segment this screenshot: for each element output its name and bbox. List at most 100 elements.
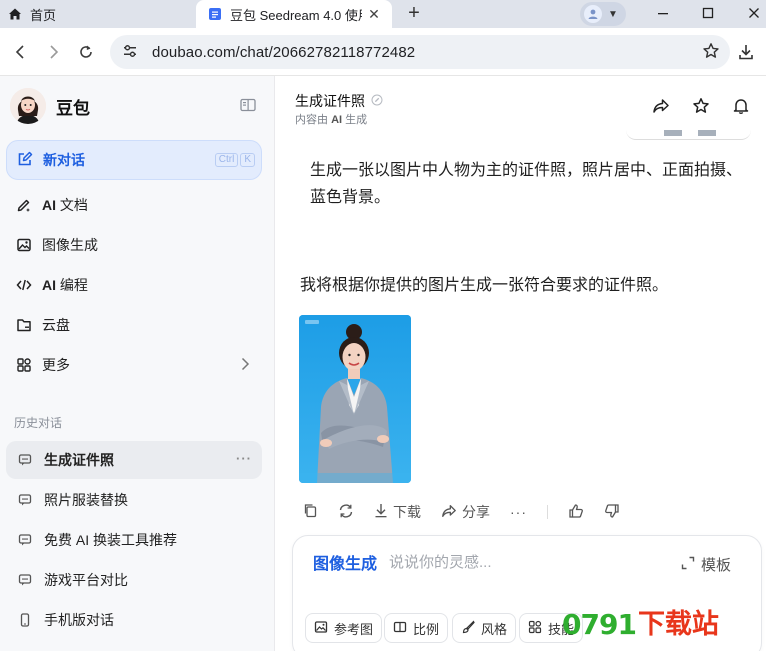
download-icon — [374, 503, 388, 521]
sidebar-item-label: 图像生成 — [42, 237, 98, 253]
favorite-star-icon[interactable] — [691, 96, 711, 116]
chevron-right-icon — [240, 357, 250, 374]
profile-button[interactable]: ▼ — [580, 2, 626, 26]
sidebar-item-label: 云盘 — [42, 317, 70, 333]
nav-prefix: AI — [42, 277, 56, 293]
bookmark-star-icon[interactable] — [702, 42, 720, 63]
like-button[interactable] — [568, 503, 584, 522]
pen-sparkle-icon — [16, 197, 32, 213]
close-tab-icon[interactable]: ✕ — [366, 6, 382, 22]
sidebar-item-ai-coding[interactable]: AI 编程 — [6, 267, 262, 303]
forward-arrow-icon[interactable] — [41, 40, 65, 64]
template-label: 模板 — [700, 557, 731, 574]
nav-prefix: AI — [42, 197, 56, 213]
watermark-number: 0791 — [562, 608, 637, 641]
url-text: doubao.com/chat/20662782118772482 — [152, 43, 416, 61]
more-options-icon[interactable]: ··· — [236, 451, 252, 466]
chip-label: 风格 — [481, 621, 508, 637]
brand-name: 豆包 — [56, 98, 90, 118]
site-settings-icon[interactable] — [122, 43, 138, 62]
history-item-label: 游戏平台对比 — [44, 572, 128, 588]
share-message-button[interactable]: 分享 — [441, 502, 490, 522]
sidebar: 豆包 新对话 Ctrl K AI 文档 图像生成 AI 编程 云盘 更多 历史对… — [0, 76, 275, 651]
previous-image-peek — [626, 130, 751, 140]
browser-toolbar: doubao.com/chat/20662782118772482 — [0, 28, 766, 76]
chat-bubble-icon — [18, 533, 32, 547]
history-item-label: 免费 AI 换装工具推荐 — [44, 532, 178, 548]
reference-image-chip[interactable]: 参考图 — [305, 613, 383, 643]
divider — [547, 505, 548, 519]
cloud-drive-icon — [16, 317, 32, 333]
sidebar-item-label: 编程 — [56, 277, 88, 293]
thumbs-up-icon — [568, 503, 584, 522]
shortcut-key: Ctrl — [214, 153, 239, 167]
tab-home[interactable]: 首页 — [0, 0, 196, 28]
generated-id-photo[interactable] — [299, 315, 411, 483]
copy-button[interactable] — [303, 503, 318, 521]
refresh-icon — [338, 503, 354, 522]
edit-title-icon[interactable] — [371, 93, 383, 109]
chat-title-text: 生成证件照 — [295, 93, 365, 109]
dislike-button[interactable] — [604, 503, 620, 522]
bell-icon[interactable] — [731, 96, 751, 116]
mode-label[interactable]: 图像生成 — [313, 550, 377, 574]
history-item[interactable]: 游戏平台对比 — [6, 561, 262, 599]
message-actions: 下载 分享 ··· — [303, 502, 640, 522]
history-section-title: 历史对话 — [14, 416, 63, 430]
minimize-button[interactable] — [650, 2, 676, 24]
share-icon — [441, 503, 457, 522]
ratio-chip[interactable]: 比例 — [384, 613, 449, 643]
sidebar-collapse-icon[interactable] — [240, 98, 256, 115]
new-chat-button[interactable]: 新对话 Ctrl K — [6, 140, 262, 180]
phone-icon — [18, 613, 32, 627]
user-message: 生成一张以图片中人物为主的证件照，照片居中、正面拍摄、蓝色背景。 — [310, 162, 743, 206]
chat-panel: 生成证件照 内容由 AI 生成 生成一张以图片中人物为主的证件照，照片居中、正面… — [276, 76, 766, 651]
style-chip[interactable]: 风格 — [452, 613, 517, 643]
download-icon[interactable] — [734, 40, 758, 64]
brand[interactable]: 豆包 — [10, 88, 90, 124]
document-icon — [208, 7, 222, 21]
image-icon — [16, 237, 32, 253]
reload-icon[interactable] — [74, 40, 98, 64]
chat-bubble-icon — [18, 573, 32, 587]
note-ai: AI — [331, 114, 343, 126]
assistant-message: 我将根据你提供的图片生成一张符合要求的证件照。 — [300, 277, 669, 294]
tab-title: 豆包 Seedream 4.0 使用 — [230, 7, 362, 23]
close-window-button[interactable] — [741, 2, 766, 24]
regenerate-button[interactable] — [338, 503, 354, 522]
more-actions-icon[interactable]: ··· — [510, 504, 527, 520]
shortcut-hint: Ctrl K — [214, 153, 255, 167]
ai-generated-note: 内容由 AI 生成 — [295, 111, 367, 127]
sidebar-item-more[interactable]: 更多 — [6, 347, 262, 383]
doubao-avatar — [10, 88, 46, 124]
chip-label: 参考图 — [334, 621, 374, 637]
history-item[interactable]: 生成证件照 ··· — [6, 441, 262, 479]
home-icon — [8, 7, 22, 21]
sidebar-item-ai-docs[interactable]: AI 文档 — [6, 187, 262, 223]
history-item-label: 照片服装替换 — [44, 492, 128, 508]
code-icon — [16, 277, 32, 293]
history-item[interactable]: 手机版对话 — [6, 601, 262, 639]
history-item-label: 生成证件照 — [44, 452, 114, 468]
browser-tab-bar: 首页 豆包 Seedream 4.0 使用 ✕ + ▼ — [0, 0, 766, 28]
sidebar-item-cloud-drive[interactable]: 云盘 — [6, 307, 262, 343]
new-tab-button[interactable]: + — [402, 3, 426, 25]
history-item-label: 手机版对话 — [44, 612, 114, 628]
sidebar-item-image-generation[interactable]: 图像生成 — [6, 227, 262, 263]
history-item[interactable]: 照片服装替换 — [6, 481, 262, 519]
chat-title: 生成证件照 — [295, 91, 383, 111]
brush-icon — [461, 619, 475, 637]
note-prefix: 内容由 — [295, 114, 328, 126]
site-watermark: 0791 下载站 — [562, 608, 719, 642]
back-arrow-icon[interactable] — [9, 40, 33, 64]
grid-icon — [528, 620, 542, 637]
prompt-input[interactable]: 说说你的灵感... — [389, 551, 492, 572]
history-item[interactable]: 免费 AI 换装工具推荐 — [6, 521, 262, 559]
maximize-button[interactable] — [695, 2, 721, 24]
template-button[interactable]: 模板 — [681, 554, 731, 575]
tab-seedream[interactable]: 豆包 Seedream 4.0 使用 ✕ — [196, 0, 392, 28]
copy-icon — [303, 503, 318, 521]
address-bar[interactable]: doubao.com/chat/20662782118772482 — [110, 35, 730, 69]
download-image-button[interactable]: 下载 — [374, 502, 421, 522]
share-icon[interactable] — [651, 96, 671, 116]
